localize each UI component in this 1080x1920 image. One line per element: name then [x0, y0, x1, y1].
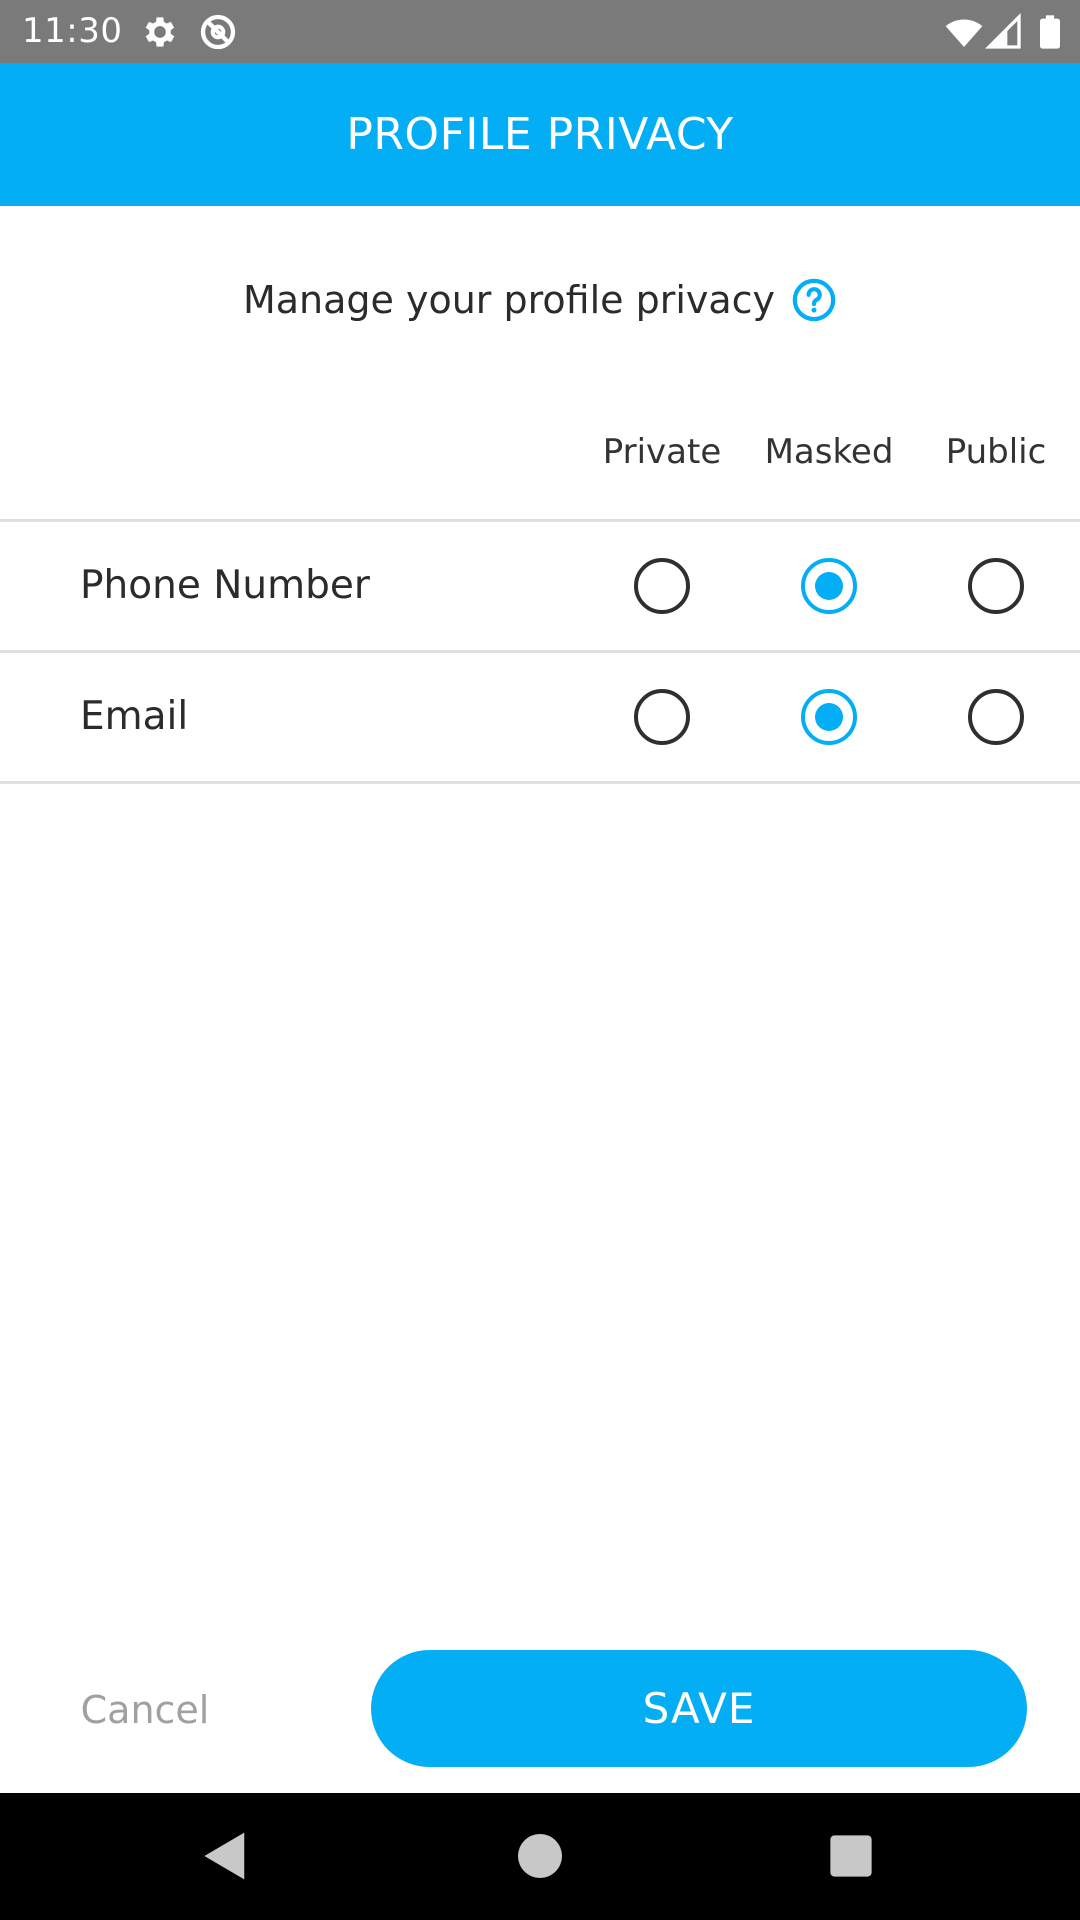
- no-sync-icon: [198, 12, 238, 52]
- status-time: 11:30: [22, 11, 123, 51]
- radio-email-public[interactable]: [968, 689, 1024, 745]
- gear-icon: [140, 12, 180, 52]
- page-title: PROFILE PRIVACY: [346, 109, 734, 160]
- row-label-email: Email: [80, 694, 189, 739]
- radio-phone-public[interactable]: [968, 558, 1024, 614]
- battery-icon: [1030, 12, 1070, 52]
- help-icon[interactable]: [791, 277, 837, 323]
- divider: [0, 781, 1080, 784]
- column-header-public: Public: [945, 432, 1047, 472]
- row-label-phone-number: Phone Number: [80, 563, 370, 608]
- subtitle-row: Manage your profile privacy: [0, 270, 1080, 330]
- radio-phone-masked[interactable]: [801, 558, 857, 614]
- signal-icon: [984, 12, 1024, 52]
- screen: 11:30 PROFILE PRIVACY Manage your profil…: [0, 0, 1080, 1920]
- back-icon[interactable]: [192, 1823, 258, 1889]
- column-header-private: Private: [602, 432, 722, 472]
- recents-icon[interactable]: [818, 1823, 884, 1889]
- cancel-button[interactable]: Cancel: [60, 1660, 230, 1760]
- radio-email-private[interactable]: [634, 689, 690, 745]
- app-bar: PROFILE PRIVACY: [0, 63, 1080, 206]
- status-bar: 11:30: [0, 0, 1080, 63]
- home-icon[interactable]: [507, 1823, 573, 1889]
- radio-phone-private[interactable]: [634, 558, 690, 614]
- privacy-row-phone-number: Phone Number: [0, 522, 1080, 650]
- radio-email-masked[interactable]: [801, 689, 857, 745]
- privacy-row-email: Email: [0, 653, 1080, 781]
- subtitle: Manage your profile privacy: [242, 278, 776, 322]
- navigation-bar: [0, 1793, 1080, 1920]
- column-header-masked: Masked: [764, 432, 894, 472]
- wifi-icon: [944, 12, 984, 52]
- save-button[interactable]: SAVE: [371, 1650, 1027, 1767]
